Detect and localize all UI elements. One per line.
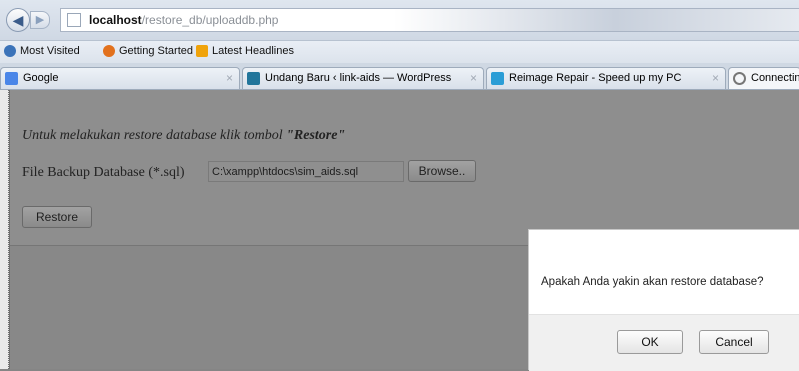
bookmark-getting-started[interactable]: Getting Started: [103, 45, 193, 57]
tab-label: Connecting...: [751, 72, 799, 84]
back-button[interactable]: ◀: [6, 8, 30, 32]
window-edge: [0, 90, 9, 369]
loading-icon: [733, 72, 746, 85]
firefox-icon: [103, 45, 115, 57]
bookmark-label: Getting Started: [119, 45, 193, 57]
instruction-prefix: Untuk melakukan restore database klik to…: [22, 128, 287, 143]
close-icon[interactable]: ×: [470, 68, 477, 89]
address-bar[interactable]: localhost/restore_db/uploaddb.php: [60, 8, 799, 32]
tab-label: Reimage Repair - Speed up my PC: [509, 72, 682, 84]
tab-label: Undang Baru ‹ link-aids — WordPress: [265, 72, 452, 84]
dialog-message-area: Apakah Anda yakin akan restore database?: [529, 230, 799, 314]
browse-button[interactable]: Browse..: [408, 160, 476, 182]
tab-label: Google: [23, 72, 59, 84]
bookmark-most-visited[interactable]: Most Visited: [4, 45, 80, 57]
dialog-message: Apakah Anda yakin akan restore database?: [541, 276, 764, 288]
cancel-button[interactable]: Cancel: [699, 330, 769, 354]
bookmark-label: Latest Headlines: [212, 45, 294, 57]
rss-icon: [196, 45, 208, 57]
tab-connecting[interactable]: Connecting...: [728, 67, 799, 89]
file-backup-label: File Backup Database (*.sql): [22, 165, 185, 180]
browser-toolbar: ◀ ▶ localhost/restore_db/uploaddb.php: [0, 0, 799, 41]
bookmark-label: Most Visited: [20, 45, 80, 57]
tab-google[interactable]: Google ×: [0, 67, 240, 89]
restore-form: Untuk melakukan restore database klik to…: [10, 90, 799, 246]
file-path-input[interactable]: C:\xampp\htdocs\sim_aids.sql: [208, 161, 404, 182]
close-icon[interactable]: ×: [226, 68, 233, 89]
close-icon[interactable]: ×: [712, 68, 719, 89]
most-visited-icon: [4, 45, 16, 57]
restore-button[interactable]: Restore: [22, 206, 92, 228]
reimage-icon: [491, 72, 504, 85]
confirm-dialog: Apakah Anda yakin akan restore database?…: [528, 229, 799, 371]
bookmarks-toolbar: Most Visited Getting Started Latest Head…: [0, 41, 799, 64]
arrow-left-icon: ◀: [12, 12, 24, 28]
bookmark-latest-headlines[interactable]: Latest Headlines: [196, 45, 294, 57]
instruction-text: Untuk melakukan restore database klik to…: [22, 128, 345, 144]
google-icon: [5, 72, 18, 85]
arrow-right-icon: ▶: [35, 14, 45, 26]
ok-button[interactable]: OK: [617, 330, 683, 354]
url-path: /restore_db/uploaddb.php: [141, 13, 279, 27]
wordpress-icon: [247, 72, 260, 85]
address-text: localhost/restore_db/uploaddb.php: [89, 13, 278, 27]
tab-reimage[interactable]: Reimage Repair - Speed up my PC ×: [486, 67, 726, 89]
url-host: localhost: [89, 13, 142, 27]
tab-strip: Google × Undang Baru ‹ link-aids — WordP…: [0, 63, 799, 90]
page-icon: [67, 13, 81, 27]
tab-wordpress[interactable]: Undang Baru ‹ link-aids — WordPress ×: [242, 67, 484, 89]
forward-button[interactable]: ▶: [30, 11, 50, 29]
instruction-restore-word: "Restore": [286, 128, 346, 143]
